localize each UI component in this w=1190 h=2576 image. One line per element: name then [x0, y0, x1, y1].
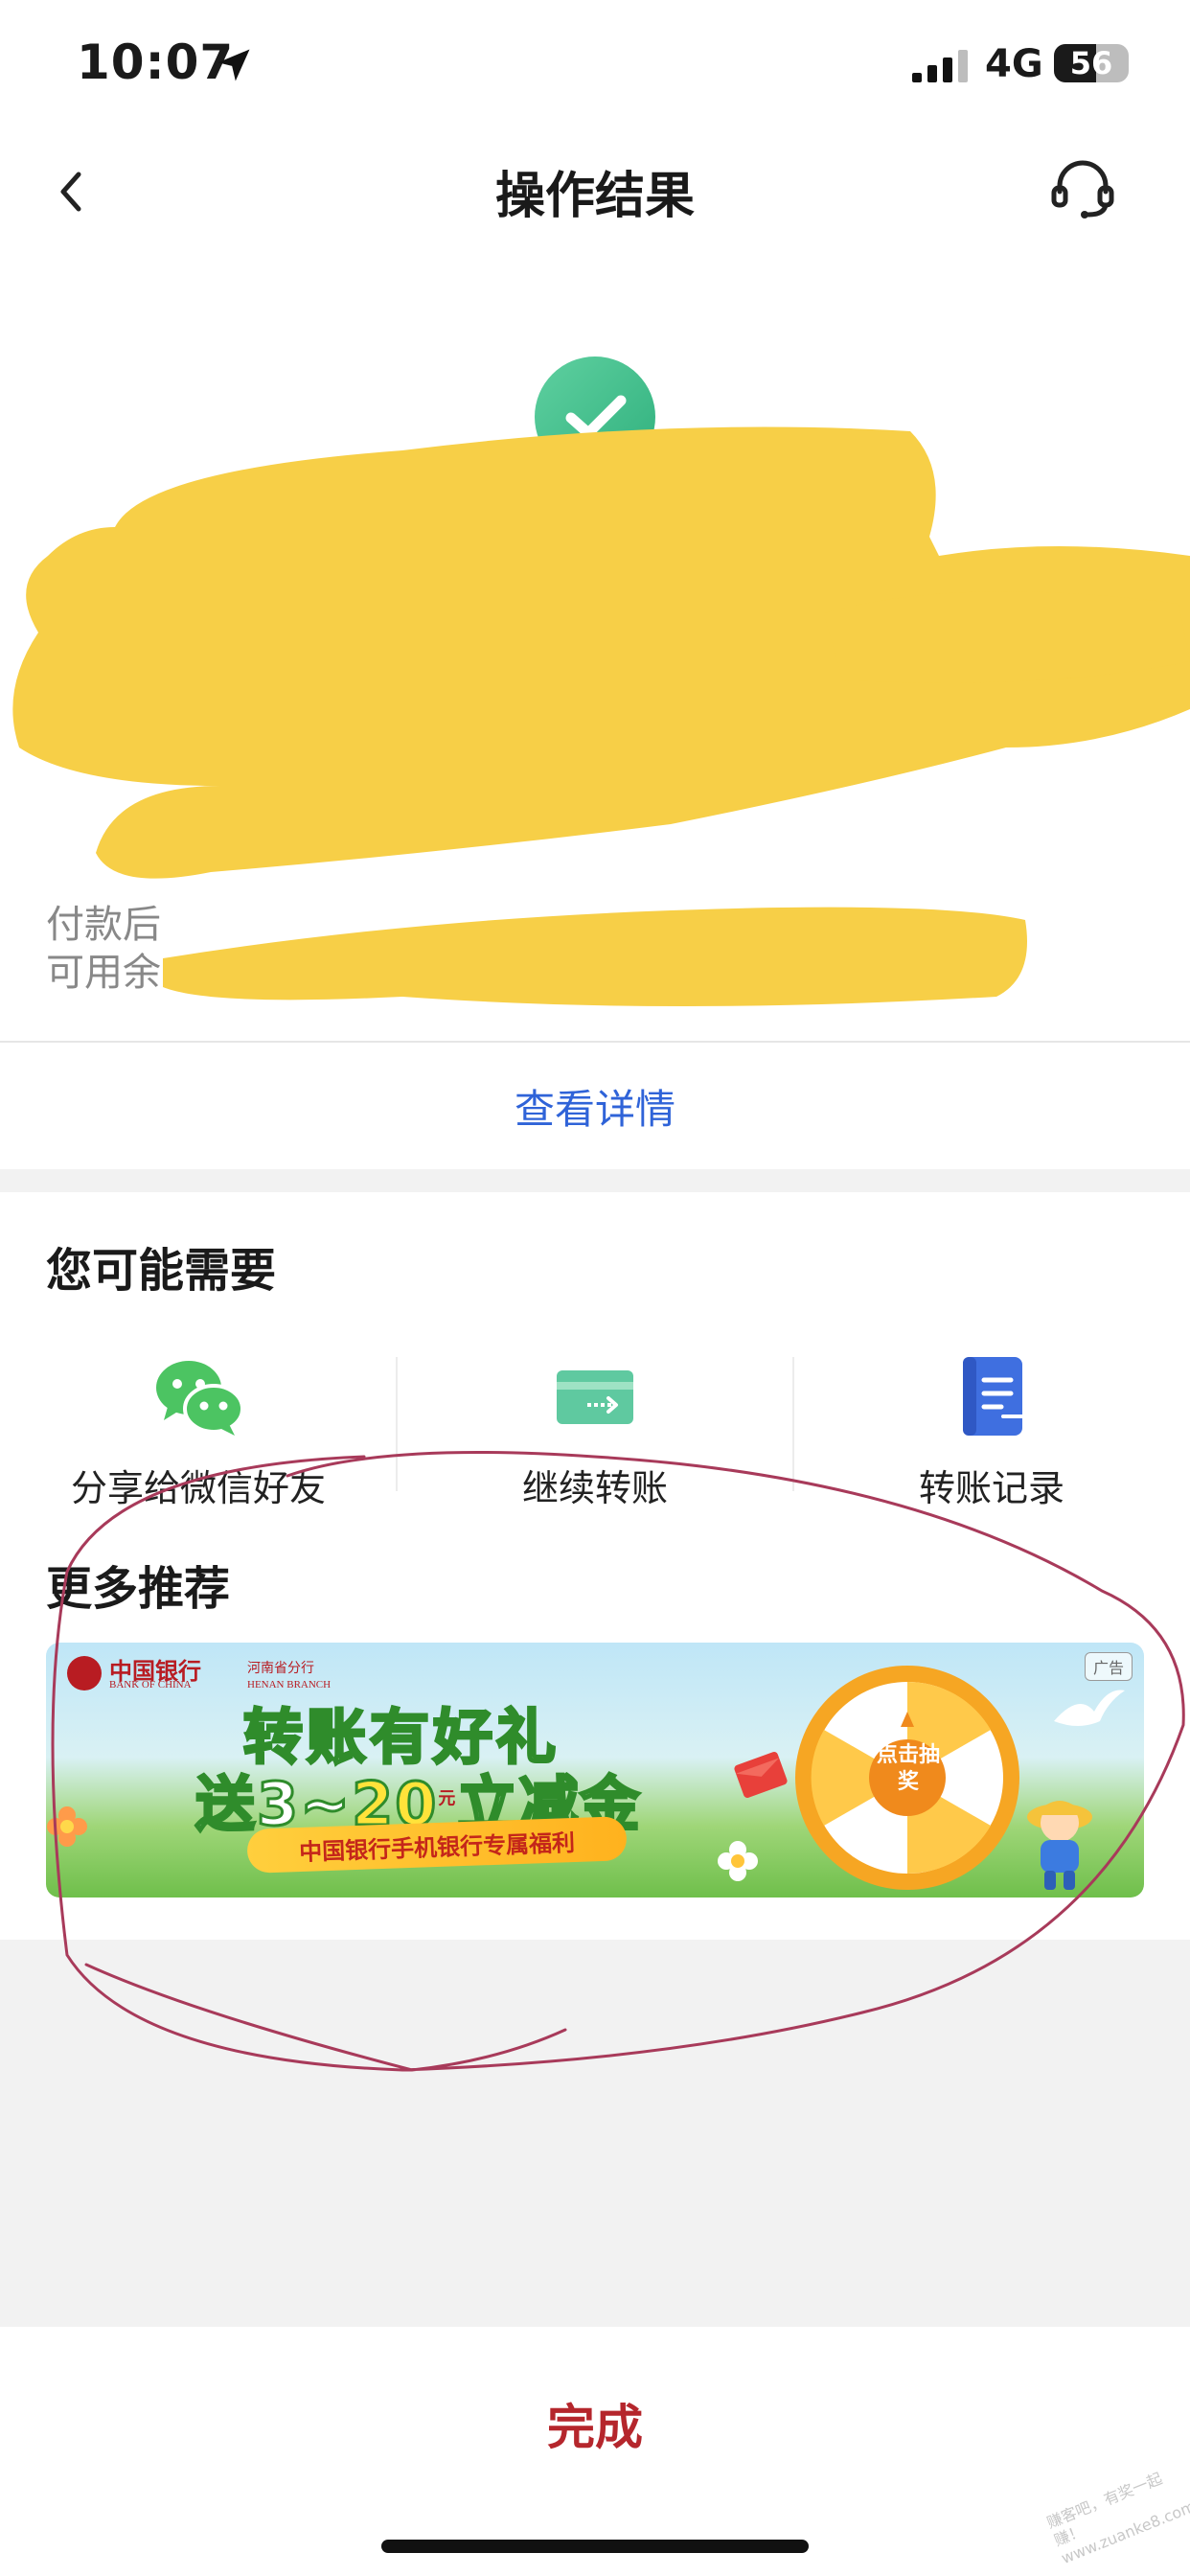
view-details-link[interactable]: 查看详情 [0, 1077, 1190, 1136]
balance-after-label: 付款后 [46, 903, 161, 947]
bottom-bar: 完成 [0, 2327, 1190, 2576]
battery-percent: 56 [1069, 45, 1113, 81]
page-title: 操作结果 [494, 168, 695, 225]
location-arrow-icon [217, 49, 250, 81]
transfer-records-button[interactable]: 转账记录 [793, 1353, 1190, 1516]
balance-labels: 付款后 可用余 [46, 901, 161, 997]
ad-badge: 广告 [1084, 1652, 1133, 1681]
flower-icon [47, 1806, 87, 1847]
battery-icon: 56 [1054, 44, 1129, 82]
child-mascot-icon [1027, 1801, 1092, 1890]
continue-transfer-button[interactable]: 继续转账 [397, 1353, 793, 1516]
detail-bar: 查看详情 [0, 1043, 1190, 1169]
done-button[interactable]: 完成 [0, 2375, 1190, 2480]
branch-name: 河南省分行 [247, 1661, 314, 1676]
section-title-maybe-need: 您可能需要 [46, 1244, 277, 1298]
section-title-more: 更多推荐 [46, 1562, 231, 1616]
status-time: 10:07 [77, 34, 235, 90]
bird-icon [1054, 1690, 1125, 1726]
promo-banner[interactable]: 中国银行 BANK OF CHINA 河南省分行 HENAN BRANCH 广告… [46, 1643, 1144, 1898]
flower-icon [718, 1841, 758, 1881]
ribbon-text: 中国银行手机银行专属福利 [298, 1828, 576, 1867]
transfer-records-label: 转账记录 [918, 1467, 1064, 1509]
signal-icon [912, 50, 968, 82]
record-book-icon [963, 1357, 1026, 1436]
nav-bar: 操作结果 [0, 134, 1190, 249]
result-card: 付款后 可用余 [0, 249, 1190, 1043]
check-circle-icon [535, 356, 655, 477]
wechat-icon [156, 1361, 244, 1436]
wheel-draw-label: 点击抽奖 [876, 1743, 940, 1794]
share-wechat-label: 分享给微信好友 [70, 1467, 326, 1509]
recommend-card: 您可能需要 分享给微信好友 继续转账 转账记录 更多推荐 中国银行 BANK O… [0, 1192, 1190, 1940]
empty-area [0, 1940, 1190, 2327]
bank-of-china-logo [67, 1656, 102, 1690]
bank-name-en: BANK OF CHINA [109, 1679, 192, 1690]
status-bar: 10:07 4G 56 [0, 0, 1190, 134]
home-indicator [381, 2540, 809, 2553]
share-wechat-button[interactable]: 分享给微信好友 [0, 1353, 397, 1516]
transfer-card-icon [557, 1370, 633, 1424]
headset-icon[interactable] [1046, 153, 1119, 226]
network-type: 4G [985, 42, 1043, 86]
continue-transfer-label: 继续转账 [521, 1467, 668, 1509]
offer-unit: 元 [438, 1788, 458, 1809]
available-balance-label: 可用余 [46, 951, 161, 995]
red-packet-icon [734, 1752, 788, 1798]
